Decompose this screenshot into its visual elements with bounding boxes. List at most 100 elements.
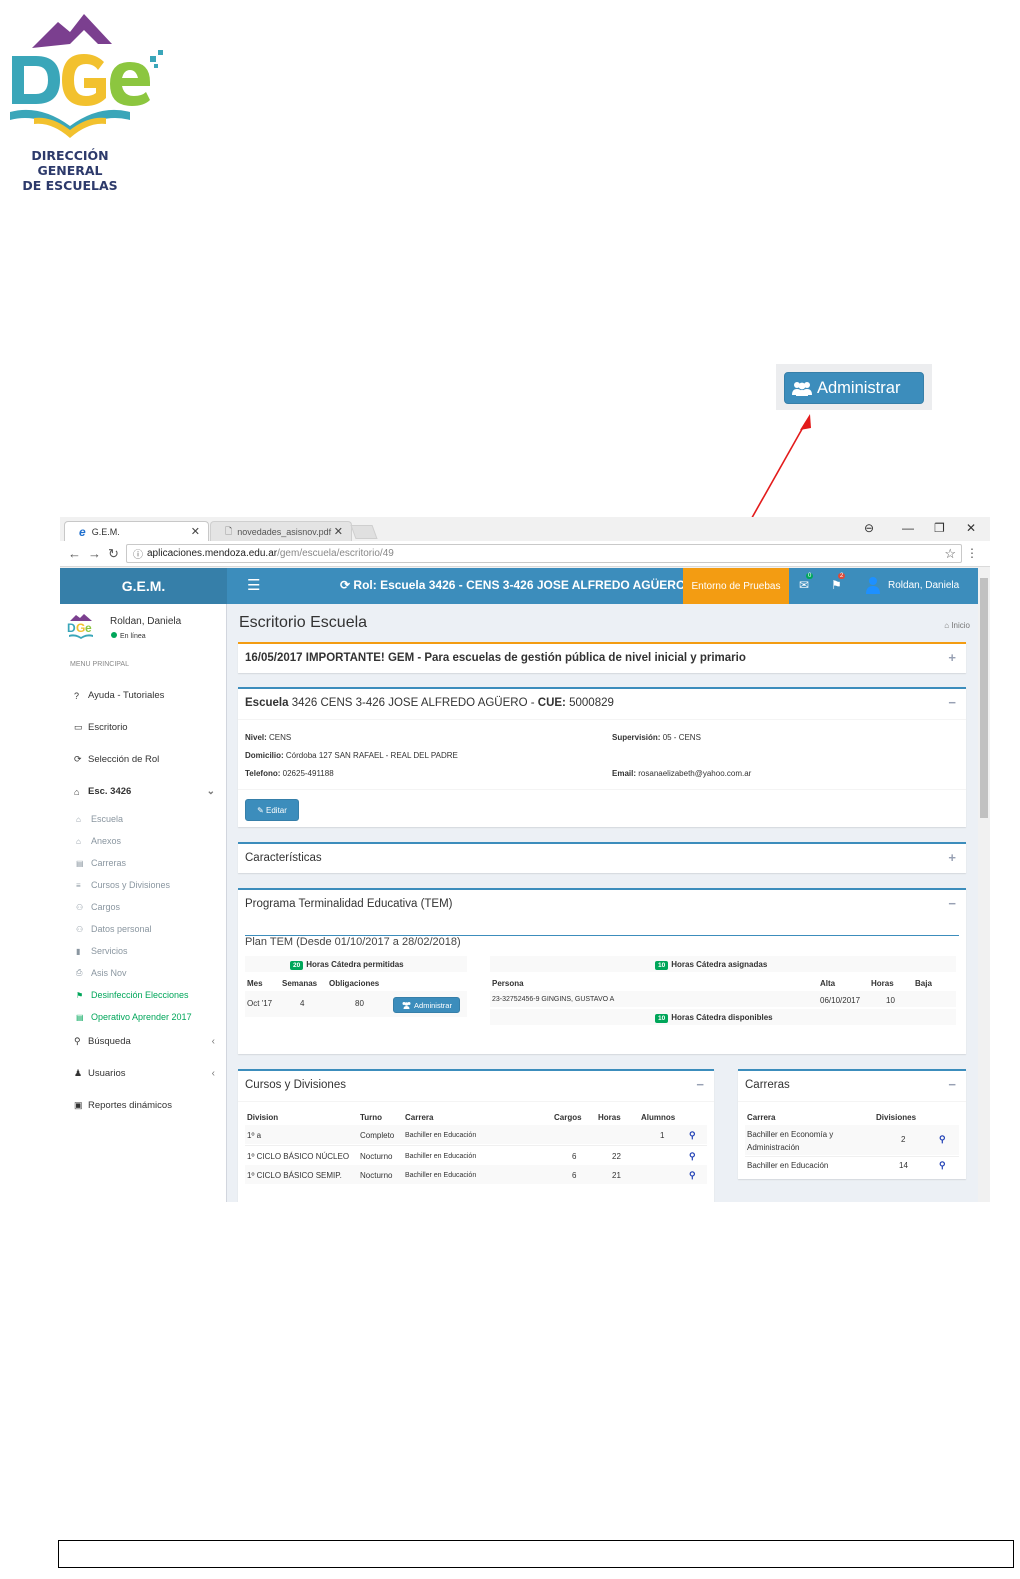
search-icon[interactable]: ⚲ xyxy=(939,1160,946,1171)
col-baja: Baja xyxy=(915,979,932,988)
expand-plus-icon[interactable]: + xyxy=(948,650,956,665)
semanas-value: 4 xyxy=(300,999,305,1008)
supervision-value: 05 - CENS xyxy=(662,733,701,742)
search-icon[interactable]: ⚲ xyxy=(689,1151,696,1162)
administrar-button[interactable]: Administrar xyxy=(393,997,460,1013)
status-label: En línea xyxy=(120,633,146,640)
col-turno: Turno xyxy=(360,1113,383,1122)
caracteristicas-title[interactable]: Características xyxy=(245,852,322,864)
edit-button[interactable]: ✎ Editar xyxy=(245,799,299,821)
sidebar-subitem-label: Escuela xyxy=(91,814,124,824)
disponibles-label: Horas Cátedra disponibles xyxy=(671,1013,773,1022)
page-scrollbar[interactable] xyxy=(978,568,990,1202)
expand-plus-icon[interactable]: + xyxy=(948,850,956,865)
flag-icon[interactable]: ⚑ 2 xyxy=(831,573,846,592)
app-brand[interactable]: G.E.M. xyxy=(60,568,227,604)
scrollbar-thumb[interactable] xyxy=(980,578,988,818)
notice-title[interactable]: 16/05/2017 IMPORTANTE! GEM - Para escuel… xyxy=(245,652,746,664)
sidebar-item-usuarios[interactable]: ♟ Usuarios ‹ xyxy=(74,1068,219,1079)
collapse-minus-icon[interactable]: − xyxy=(948,1077,956,1092)
carrera-line: Administración xyxy=(747,1143,800,1152)
sidebar-subitem-carreras[interactable]: ▤ Carreras xyxy=(76,858,126,868)
minimize-icon[interactable]: — xyxy=(902,521,914,535)
sidebar-item-seleccion-rol[interactable]: ⟳ Selección de Rol xyxy=(74,754,219,765)
telefono-label: Telefono: xyxy=(245,769,281,778)
breadcrumb[interactable]: ⌂ Inicio xyxy=(944,621,970,630)
close-window-icon[interactable]: ✕ xyxy=(966,521,976,535)
reload-icon[interactable]: ↻ xyxy=(108,546,119,562)
sidebar-subitem-cursos[interactable]: ≡ Cursos y Divisiones xyxy=(76,880,170,890)
sidebar-item-ayuda[interactable]: ? Ayuda - Tutoriales xyxy=(74,690,219,701)
search-icon[interactable]: ⚲ xyxy=(939,1134,946,1145)
sidebar-subitem-asis-nov[interactable]: ⎙ Asis Nov xyxy=(76,968,127,978)
sidebar-subitem-desinfeccion[interactable]: ⚑ Desinfección Elecciones xyxy=(76,990,189,1000)
user-icon[interactable] xyxy=(866,576,880,594)
address-bar[interactable]: ⓘ aplicaciones.mendoza.edu.ar/gem/escuel… xyxy=(126,544,962,563)
menu-kebab-icon[interactable]: ⋮ xyxy=(966,546,978,560)
obligaciones-value: 80 xyxy=(355,999,364,1008)
sidebar-item-busqueda[interactable]: ⚲ Búsqueda ‹ xyxy=(74,1036,219,1047)
sidebar-subitem-label: Servicios xyxy=(91,946,128,956)
carreras-title: Carreras xyxy=(745,1079,790,1091)
home-icon: ⌂ xyxy=(944,621,950,630)
tab-gem[interactable]: e G.E.M. ✕ xyxy=(64,521,209,541)
supervision-label: Supervisión: xyxy=(612,733,661,742)
asignadas-badge: 10 xyxy=(655,961,669,970)
col-divisiones: Divisiones xyxy=(876,1113,917,1122)
sidebar-item-escritorio[interactable]: ▭ Escritorio xyxy=(74,722,219,733)
sidebar-subitem-anexos[interactable]: ⌂ Anexos xyxy=(76,836,121,846)
red-arrow-head xyxy=(800,414,811,430)
tab-pdf-label: novedades_asisnov.pdf xyxy=(237,526,332,537)
division-cell: 1º a xyxy=(247,1131,262,1140)
restore-icon[interactable]: ❐ xyxy=(934,521,945,535)
col-mes: Mes xyxy=(247,979,263,988)
forward-icon[interactable]: → xyxy=(88,546,101,561)
home-icon: ⌂ xyxy=(74,786,80,797)
profile-icon[interactable]: ⊖ xyxy=(864,521,874,535)
back-icon[interactable]: ← xyxy=(68,546,81,561)
new-tab-button[interactable] xyxy=(350,525,378,539)
mail-icon[interactable]: ✉ 0 xyxy=(799,573,814,592)
role-title[interactable]: ⟳ Rol: Escuela 3426 - CENS 3-426 JOSE AL… xyxy=(340,578,685,592)
sidebar-subitem-escuela[interactable]: ⌂ Escuela xyxy=(76,814,123,824)
menu-header: MENU PRINCIPAL xyxy=(70,661,129,668)
sidebar-item-reportes[interactable]: ▣ Reportes dinámicos xyxy=(74,1100,219,1111)
col-carrera: Carrera xyxy=(747,1113,776,1122)
mail-count-badge: 0 xyxy=(806,573,814,579)
sidebar-subitem-label: Anexos xyxy=(91,836,122,846)
sidebar-subitem-servicios[interactable]: ▮ Servicios xyxy=(76,946,128,956)
sidebar-subitem-datos-personal[interactable]: ⚇ Datos personal xyxy=(76,924,152,934)
domicilio-value: Córdoba 127 SAN RAFAEL - REAL DEL PADRE xyxy=(285,751,458,760)
turno-cell: Completo xyxy=(360,1131,395,1140)
search-icon[interactable]: ⚲ xyxy=(689,1130,696,1141)
turno-cell: Nocturno xyxy=(360,1171,393,1180)
sidebar-item-escuela-3426[interactable]: ⌂ Esc. 3426 ⌄ xyxy=(74,786,219,797)
domicilio-field: Domicilio: Córdoba 127 SAN RAFAEL - REAL… xyxy=(245,751,458,760)
bookmark-star-icon[interactable]: ☆ xyxy=(944,546,956,562)
collapse-minus-icon[interactable]: − xyxy=(948,896,956,911)
search-icon[interactable]: ⚲ xyxy=(689,1170,696,1181)
book-icon: ▤ xyxy=(76,858,84,868)
avatar: D G e xyxy=(67,614,93,639)
collapse-minus-icon[interactable]: − xyxy=(948,695,956,710)
tab-pdf[interactable]: 🗋 novedades_asisnov.pdf ✕ xyxy=(210,521,352,541)
close-icon[interactable]: ✕ xyxy=(191,525,200,538)
user-name[interactable]: Roldan, Daniela xyxy=(888,580,959,591)
edit-button-label: Editar xyxy=(266,805,287,815)
alumnos-cell: 1 xyxy=(660,1131,665,1140)
close-icon[interactable]: ✕ xyxy=(334,525,343,538)
col-obligaciones: Obligaciones xyxy=(329,979,380,988)
carrera-cell: Bachiller en Educación xyxy=(405,1153,477,1160)
sidebar-subitem-cargos[interactable]: ⚇ Cargos xyxy=(76,902,120,912)
email-field: Email: rosanaelizabeth@yahoo.com.ar xyxy=(612,769,751,778)
hamburger-icon[interactable]: ☰ xyxy=(247,576,260,594)
cursos-box: Cursos y Divisiones − Division Turno Car… xyxy=(238,1069,714,1202)
carrera-line: Bachiller en Economía y xyxy=(747,1130,834,1139)
disponibles-badge: 10 xyxy=(655,1014,669,1023)
col-carrera: Carrera xyxy=(405,1113,434,1122)
svg-text:G: G xyxy=(76,621,85,635)
sidebar-item-label: Ayuda - Tutoriales xyxy=(88,690,165,701)
collapse-minus-icon[interactable]: − xyxy=(696,1077,704,1092)
sidebar-subitem-aprender[interactable]: ▤ Operativo Aprender 2017 xyxy=(76,1012,192,1022)
role-label: Rol: Escuela 3426 - CENS 3-426 JOSE ALFR… xyxy=(353,578,686,592)
